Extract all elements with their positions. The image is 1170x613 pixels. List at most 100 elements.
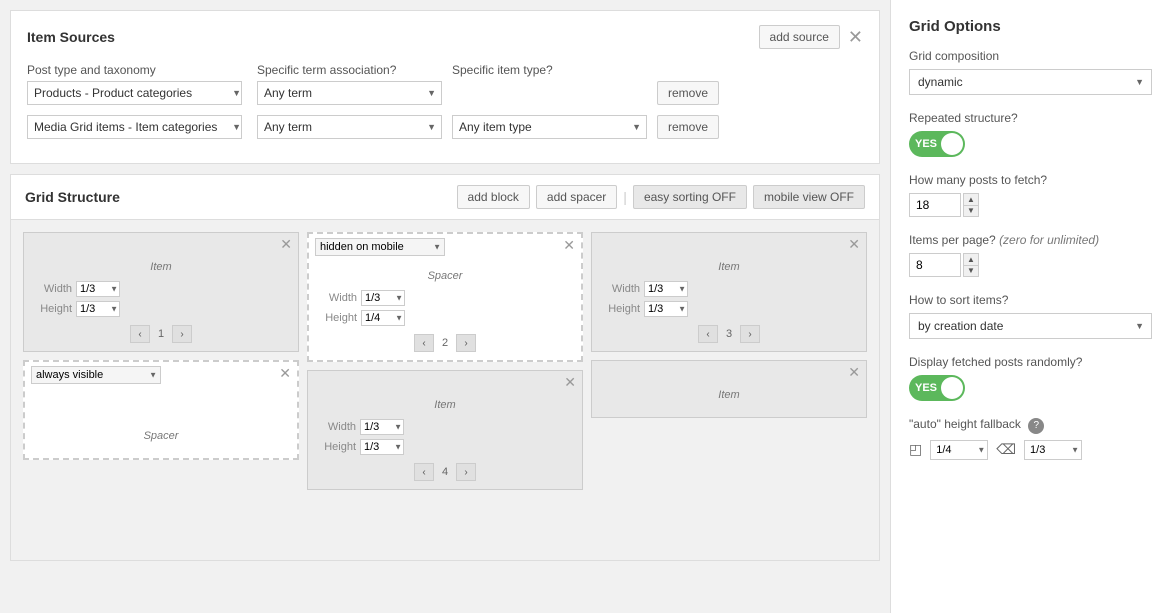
specific-term-select-1[interactable]: Any term <box>257 81 442 105</box>
block-1-width-row: Width 1/31/21/42/31/1 <box>32 281 290 297</box>
how-many-posts-input[interactable] <box>909 193 961 217</box>
block-4-top-select-wrapper: always visible hidden on mobile <box>31 366 161 384</box>
block-2-nav: ‹ 2 › <box>317 334 573 352</box>
block-2-next-button[interactable]: › <box>456 334 476 352</box>
block-1-width-select[interactable]: 1/31/21/42/31/1 <box>76 281 120 297</box>
post-type-select-2[interactable]: Media Grid items - Item categories Produ… <box>27 115 242 139</box>
block-3-width-select[interactable]: 1/31/21/4 <box>644 281 688 297</box>
block-3-nav: ‹ 3 › <box>600 325 858 343</box>
how-to-sort-select-wrapper: by creation date by title by date modifi… <box>909 313 1152 339</box>
how-many-posts-spin-down[interactable]: ▼ <box>963 205 979 217</box>
block-4-top-select-area: always visible hidden on mobile <box>31 366 161 384</box>
items-per-page-label: Items per page? (zero for unlimited) <box>909 233 1152 247</box>
specific-term-select-wrapper-2: Any term <box>257 115 442 139</box>
how-to-sort-select[interactable]: by creation date by title by date modifi… <box>909 313 1152 339</box>
repeated-structure-toggle[interactable]: YES <box>909 131 965 157</box>
auto-height-desktop-select[interactable]: 1/41/31/22/31/1 <box>930 440 988 460</box>
block-3-width-label: Width <box>600 283 640 295</box>
block-5-width-row: Width 1/31/21/4 <box>316 419 574 435</box>
grid-canvas: ✕ Item Width 1/31/21/42/31/1 Height <box>11 220 879 560</box>
block-3-width-select-wrapper: 1/31/21/4 <box>644 281 688 297</box>
how-many-posts-spin-up[interactable]: ▲ <box>963 193 979 205</box>
specific-type-select-2[interactable]: Any item type <box>452 115 647 139</box>
block-1-next-button[interactable]: › <box>172 325 192 343</box>
items-per-page-spin-down[interactable]: ▼ <box>963 265 979 277</box>
add-spacer-button[interactable]: add spacer <box>536 185 617 209</box>
items-per-page-spin-up[interactable]: ▲ <box>963 253 979 265</box>
grid-composition-group: Grid composition dynamic static <box>909 49 1152 95</box>
grid-structure-panel: Grid Structure add block add spacer | ea… <box>10 174 880 561</box>
block-1-prev-button[interactable]: ‹ <box>130 325 150 343</box>
block-5-height-select[interactable]: 1/31/41/2 <box>360 439 404 455</box>
block-3-height-select[interactable]: 1/31/41/2 <box>644 301 688 317</box>
grid-actions: add block add spacer | easy sorting OFF … <box>457 185 865 209</box>
add-block-button[interactable]: add block <box>457 185 530 209</box>
grid-options-panel: Grid Options Grid composition dynamic st… <box>890 0 1170 613</box>
block-2-label: Spacer <box>317 270 573 282</box>
how-many-posts-input-wrapper: ▲ ▼ <box>909 193 1152 217</box>
col-header-specific-term: Specific term association? <box>257 63 442 77</box>
block-2-height-select[interactable]: 1/41/31/2 <box>361 310 405 326</box>
block-5-width-label: Width <box>316 421 356 433</box>
display-randomly-toggle[interactable]: YES <box>909 375 965 401</box>
auto-height-row: ◰ 1/41/31/22/31/1 ⌫ 1/31/41/22/31/1 <box>909 440 1152 460</box>
display-randomly-toggle-text: YES <box>915 382 937 394</box>
block-2-height-select-wrapper: 1/41/31/2 <box>361 310 405 326</box>
block-2-prev-button[interactable]: ‹ <box>414 334 434 352</box>
block-6-label: Item <box>600 389 858 401</box>
block-3-next-button[interactable]: › <box>740 325 760 343</box>
block-1-nav: ‹ 1 › <box>32 325 290 343</box>
block-2-top-select-wrapper: hidden on mobile always visible <box>315 238 445 256</box>
items-per-page-note: (zero for unlimited) <box>999 233 1099 247</box>
block-1-close-button[interactable]: ✕ <box>280 237 292 251</box>
block-5-nav-num: 4 <box>438 466 452 478</box>
block-5-label: Item <box>316 399 574 411</box>
item-sources-panel: Item Sources add source ✕ Post type and … <box>10 10 880 164</box>
block-5-prev-button[interactable]: ‹ <box>414 463 434 481</box>
block-5-close-button[interactable]: ✕ <box>564 375 576 389</box>
auto-height-label: "auto" height fallback ? <box>909 417 1152 434</box>
column-headers: Post type and taxonomy Specific term ass… <box>27 63 863 77</box>
specific-type-select-wrapper-2: Any item type <box>452 115 647 139</box>
block-2-width-select[interactable]: 1/31/21/4 <box>361 290 405 306</box>
block-5-width-select-wrapper: 1/31/21/4 <box>360 419 404 435</box>
block-6-close-button[interactable]: ✕ <box>848 365 860 379</box>
block-5-height-select-wrapper: 1/31/41/2 <box>360 439 404 455</box>
block-3-prev-button[interactable]: ‹ <box>698 325 718 343</box>
block-5-width-select[interactable]: 1/31/21/4 <box>360 419 404 435</box>
how-many-posts-spinner: ▲ ▼ <box>963 193 979 217</box>
block-4-visibility-select[interactable]: always visible hidden on mobile <box>31 366 161 384</box>
add-source-button[interactable]: add source <box>759 25 840 49</box>
easy-sorting-button[interactable]: easy sorting OFF <box>633 185 747 209</box>
block-5-next-button[interactable]: › <box>456 463 476 481</box>
post-type-select-wrapper-1: Products - Product categories Media Grid… <box>27 81 247 105</box>
items-per-page-input[interactable] <box>909 253 961 277</box>
specific-term-select-wrapper-1: Any term <box>257 81 442 105</box>
block-2-visibility-select[interactable]: hidden on mobile always visible <box>315 238 445 256</box>
grid-composition-label: Grid composition <box>909 49 1152 63</box>
auto-height-mobile-select-wrapper: 1/31/41/22/31/1 <box>1024 440 1082 460</box>
display-randomly-group: Display fetched posts randomly? YES <box>909 355 1152 401</box>
block-2-close-button[interactable]: ✕ <box>563 238 575 252</box>
mobile-view-button[interactable]: mobile view OFF <box>753 185 865 209</box>
post-type-select-1[interactable]: Products - Product categories Media Grid… <box>27 81 242 105</box>
block-2-width-select-wrapper: 1/31/21/4 <box>361 290 405 306</box>
block-3-height-label: Height <box>600 303 640 315</box>
block-2-height-row: Height 1/41/31/2 <box>317 310 573 326</box>
grid-composition-select[interactable]: dynamic static <box>909 69 1152 95</box>
specific-term-select-2[interactable]: Any term <box>257 115 442 139</box>
block-3-close-button[interactable]: ✕ <box>848 237 860 251</box>
header-actions: add source ✕ <box>759 25 863 49</box>
repeated-structure-group: Repeated structure? YES <box>909 111 1152 157</box>
block-1-height-select[interactable]: 1/31/41/22/31/1 <box>76 301 120 317</box>
block-1-width-label: Width <box>32 283 72 295</box>
block-3-label: Item <box>600 261 858 273</box>
grid-structure-title: Grid Structure <box>25 189 120 205</box>
auto-height-help-icon[interactable]: ? <box>1028 418 1044 434</box>
remove-row-2-button[interactable]: remove <box>657 115 719 139</box>
auto-height-mobile-select[interactable]: 1/31/41/22/31/1 <box>1024 440 1082 460</box>
remove-row-1-button[interactable]: remove <box>657 81 719 105</box>
block-4-close-button[interactable]: ✕ <box>279 366 291 380</box>
close-sources-button[interactable]: ✕ <box>848 28 863 46</box>
block-2-top-select-area: hidden on mobile always visible <box>315 238 445 256</box>
